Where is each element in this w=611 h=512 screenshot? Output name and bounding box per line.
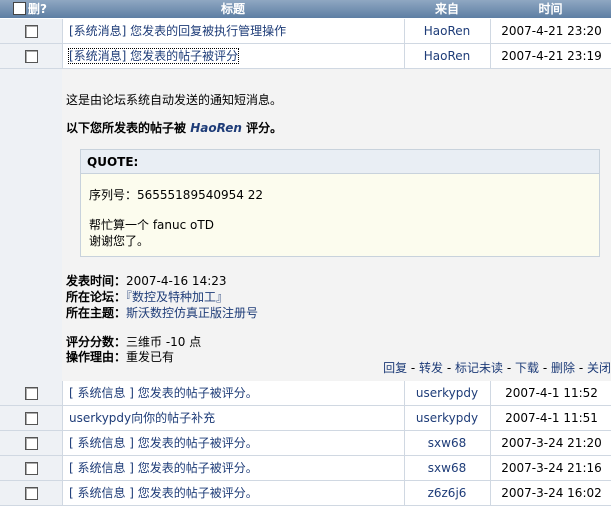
forward-link[interactable]: 转发 <box>419 361 443 375</box>
header-time: 时间 <box>538 2 563 16</box>
quote-line: 帮忙算一个 fanuc oTD <box>89 218 214 232</box>
delete-link[interactable]: 删除 <box>551 361 575 375</box>
select-all-checkbox[interactable] <box>13 2 27 15</box>
message-actions: 回复 - 转发 - 标记未读 - 下载 - 删除 - 关闭 <box>383 361 611 375</box>
sender-link[interactable]: z6z6j6 <box>428 486 467 500</box>
message-title-link[interactable]: [ 系统信息 ] 您发表的帖子被评分。 <box>69 461 258 475</box>
download-link[interactable]: 下载 <box>515 361 539 375</box>
post-time: 2007-4-16 14:23 <box>126 274 227 288</box>
message-time: 2007-4-21 23:19 <box>490 44 611 68</box>
table-header: 删? 标题 来自 时间 <box>0 0 611 18</box>
quote-box: QUOTE: 序列号：56555189540954 22 帮忙算一个 fanuc… <box>80 149 600 257</box>
rating-line: 以下您所发表的帖子被 HaoRen 评分。 <box>66 121 283 135</box>
header-delete-label: 删? <box>28 2 47 16</box>
table-row[interactable]: userkypdy向你的帖子补充 userkypdy 2007-4-1 11:5… <box>0 406 611 431</box>
table-row[interactable]: [ 系统信息 ] 您发表的帖子被评分。 sxw68 2007-3-24 21:1… <box>0 456 611 481</box>
message-title-link[interactable]: userkypdy向你的帖子补充 <box>69 411 215 425</box>
score-value: 三维币 -10 点 <box>126 335 202 349</box>
rating-user-link[interactable]: HaoRen <box>190 121 242 135</box>
message-time: 2007-4-1 11:52 <box>490 381 611 405</box>
row-checkbox[interactable] <box>25 387 38 400</box>
sender-link[interactable]: sxw68 <box>428 461 466 475</box>
forum-link[interactable]: 『数控及特种加工』 <box>126 290 228 304</box>
row-checkbox[interactable] <box>25 437 38 450</box>
header-title: 标题 <box>220 2 245 16</box>
quote-serial: 序列号：56555189540954 22 <box>89 188 263 202</box>
header-from: 来自 <box>434 2 459 16</box>
reply-link[interactable]: 回复 <box>383 361 407 375</box>
message-time: 2007-3-24 16:02 <box>490 481 611 505</box>
row-checkbox[interactable] <box>25 50 38 63</box>
table-row[interactable]: [ 系统信息 ] 您发表的帖子被评分。 sxw68 2007-3-24 21:2… <box>0 431 611 456</box>
table-row[interactable]: [ 系统信息 ] 您发表的帖子被评分。 z6z6j6 2007-3-24 16:… <box>0 481 611 506</box>
row-checkbox[interactable] <box>25 412 38 425</box>
message-time: 2007-3-24 21:20 <box>490 431 611 455</box>
table-row[interactable]: [系统消息] 您发表的回复被执行管理操作 HaoRen 2007-4-21 23… <box>0 19 611 44</box>
sender-link[interactable]: sxw68 <box>428 436 466 450</box>
quote-header: QUOTE: <box>81 150 599 174</box>
sender-link[interactable]: HaoRen <box>424 49 471 63</box>
message-time: 2007-4-1 11:51 <box>490 406 611 430</box>
mark-unread-link[interactable]: 标记未读 <box>455 361 503 375</box>
reason-value: 重发已有 <box>126 350 175 364</box>
topic-link[interactable]: 斯沃数控仿真正版注册号 <box>126 306 258 320</box>
sender-link[interactable]: userkypdy <box>416 386 478 400</box>
notice-text: 这是由论坛系统自动发送的通知短消息。 <box>66 93 283 107</box>
table-row[interactable]: [系统消息] 您发表的帖子被评分 HaoRen 2007-4-21 23:19 <box>0 44 611 69</box>
sender-link[interactable]: HaoRen <box>424 24 471 38</box>
quote-line: 谢谢您了。 <box>89 234 150 248</box>
message-title-link[interactable]: [ 系统信息 ] 您发表的帖子被评分。 <box>69 386 258 400</box>
message-detail: 这是由论坛系统自动发送的通知短消息。 以下您所发表的帖子被 HaoRen 评分。… <box>0 69 611 381</box>
message-title-link[interactable]: [系统消息] 您发表的回复被执行管理操作 <box>69 24 286 38</box>
message-time: 2007-3-24 21:16 <box>490 456 611 480</box>
message-title-link[interactable]: [ 系统信息 ] 您发表的帖子被评分。 <box>69 486 258 500</box>
sender-link[interactable]: userkypdy <box>416 411 478 425</box>
row-checkbox[interactable] <box>25 462 38 475</box>
message-title-link[interactable]: [ 系统信息 ] 您发表的帖子被评分。 <box>69 436 258 450</box>
close-link[interactable]: 关闭 <box>587 361 611 375</box>
table-row[interactable]: [ 系统信息 ] 您发表的帖子被评分。 userkypdy 2007-4-1 1… <box>0 381 611 406</box>
message-title-link[interactable]: [系统消息] 您发表的帖子被评分 <box>67 48 240 64</box>
message-time: 2007-4-21 23:20 <box>490 19 611 43</box>
row-checkbox[interactable] <box>25 487 38 500</box>
header-delete: 删? <box>0 0 60 18</box>
row-checkbox[interactable] <box>25 25 38 38</box>
